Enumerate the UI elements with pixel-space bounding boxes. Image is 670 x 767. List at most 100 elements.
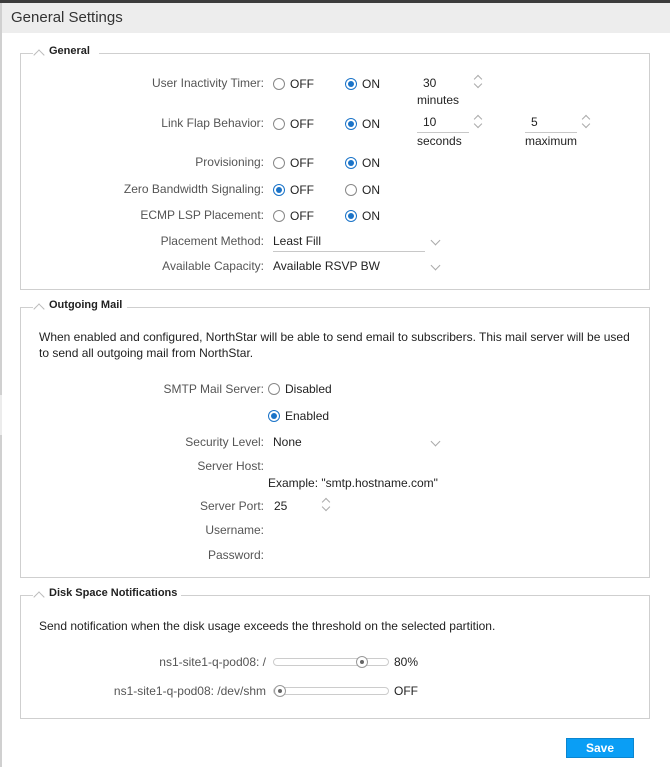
disk-space-description: Send notification when the disk usage ex… [39, 619, 496, 633]
slider-handle[interactable] [274, 685, 286, 697]
disk-space-legend[interactable]: Disk Space Notifications [33, 587, 182, 599]
zero-bandwidth-off-radio[interactable]: OFF [273, 183, 314, 197]
user-inactivity-off-radio[interactable]: OFF [273, 77, 314, 91]
provisioning-on-radio[interactable]: ON [345, 156, 380, 170]
save-button[interactable]: Save [566, 738, 634, 758]
provisioning-off-radio[interactable]: OFF [273, 156, 314, 170]
radio-icon [268, 410, 280, 422]
chevron-up-icon[interactable] [35, 591, 43, 599]
user-inactivity-timer-label: User Inactivity Timer: [151, 76, 264, 90]
radio-label: Enabled [285, 409, 330, 423]
radio-icon [345, 184, 357, 196]
link-flap-seconds-input[interactable]: 10 seconds [417, 115, 469, 149]
radio-label: ON [362, 117, 380, 131]
left-scroll-thumb[interactable] [0, 395, 2, 435]
password-input[interactable] [268, 547, 438, 563]
server-host-hint: Example: "smtp.hostname.com" [268, 476, 438, 490]
unit-label: minutes [417, 93, 460, 107]
ecmp-on-radio[interactable]: ON [345, 209, 380, 223]
radio-label: OFF [290, 156, 314, 170]
link-flap-maximum-input[interactable]: 5 maximum [525, 115, 577, 149]
chevron-up-icon[interactable] [35, 49, 43, 57]
radio-label: ON [362, 183, 380, 197]
radio-label: ON [362, 77, 380, 91]
inactivity-spinner-icon[interactable] [474, 74, 482, 90]
placement-method-select[interactable]: Least Fill [273, 234, 441, 252]
partition-label: ns1-site1-q-pod08: / [159, 655, 266, 669]
section-title: General [49, 45, 90, 57]
radio-label: OFF [290, 183, 314, 197]
partition-threshold-slider[interactable] [273, 685, 389, 697]
partition-threshold-value: OFF [394, 684, 418, 698]
placement-method-label: Placement Method: [160, 234, 264, 248]
seconds-spinner-icon[interactable] [474, 114, 482, 130]
available-capacity-label: Available Capacity: [162, 259, 264, 273]
section-title: Disk Space Notifications [49, 587, 178, 599]
radio-icon [273, 184, 285, 196]
smtp-mail-server-label: SMTP Mail Server: [163, 382, 264, 396]
chevron-down-icon [430, 260, 441, 271]
radio-icon [345, 78, 357, 90]
page-header: General Settings [2, 3, 670, 33]
chevron-up-icon[interactable] [35, 303, 43, 311]
general-legend[interactable]: General [33, 45, 94, 57]
radio-icon [345, 157, 357, 169]
chevron-down-icon [430, 436, 441, 447]
smtp-enabled-radio[interactable]: Enabled [268, 409, 329, 423]
security-level-select[interactable]: None [273, 435, 441, 453]
zero-bandwidth-signaling-label: Zero Bandwidth Signaling: [123, 182, 264, 196]
radio-label: Disabled [285, 382, 332, 396]
page-title: General Settings [11, 9, 123, 26]
chevron-down-icon [430, 235, 441, 246]
radio-label: OFF [290, 117, 314, 131]
server-port-input[interactable]: 25 [268, 499, 318, 515]
radio-icon [273, 78, 285, 90]
ecmp-off-radio[interactable]: OFF [273, 209, 314, 223]
radio-icon [273, 210, 285, 222]
inactivity-minutes-input[interactable]: 30 minutes [417, 76, 469, 108]
unit-label: seconds [417, 134, 462, 148]
partition-label: ns1-site1-q-pod08: /dev/shm [113, 684, 266, 698]
partition-threshold-value: 80% [394, 655, 419, 669]
ecmp-lsp-placement-label: ECMP LSP Placement: [140, 208, 264, 222]
server-host-input[interactable] [268, 458, 438, 474]
partition-threshold-slider[interactable] [273, 656, 389, 668]
input-value: 25 [274, 499, 288, 513]
input-value: 10 [423, 115, 437, 129]
left-scroll-strip [0, 3, 2, 767]
select-value: Least Fill [273, 234, 322, 248]
radio-label: OFF [290, 209, 314, 223]
radio-label: ON [362, 209, 380, 223]
slider-handle[interactable] [355, 656, 368, 668]
link-flap-on-radio[interactable]: ON [345, 117, 380, 131]
radio-label: ON [362, 156, 380, 170]
radio-icon [345, 210, 357, 222]
select-value: Available RSVP BW [273, 259, 380, 273]
select-value: None [273, 435, 302, 449]
maximum-spinner-icon[interactable] [582, 114, 590, 130]
provisioning-label: Provisioning: [195, 155, 264, 169]
link-flap-off-radio[interactable]: OFF [273, 117, 314, 131]
radio-icon [345, 118, 357, 130]
user-inactivity-on-radio[interactable]: ON [345, 77, 380, 91]
section-title: Outgoing Mail [49, 299, 123, 311]
server-host-label: Server Host: [197, 459, 264, 473]
radio-icon [268, 383, 280, 395]
zero-bandwidth-on-radio[interactable]: ON [345, 183, 380, 197]
radio-icon [273, 118, 285, 130]
radio-icon [273, 157, 285, 169]
input-value: 30 [423, 76, 437, 90]
outgoing-mail-description: When enabled and configured, NorthStar w… [39, 330, 630, 360]
username-input[interactable] [268, 522, 438, 538]
radio-label: OFF [290, 77, 314, 91]
outgoing-mail-legend[interactable]: Outgoing Mail [33, 299, 127, 311]
security-level-label: Security Level: [185, 435, 264, 449]
input-value: 5 [531, 115, 538, 129]
password-label: Password: [207, 548, 264, 562]
link-flap-behavior-label: Link Flap Behavior: [161, 116, 264, 130]
server-port-label: Server Port: [199, 499, 264, 513]
smtp-disabled-radio[interactable]: Disabled [268, 382, 332, 396]
server-port-spinner-icon[interactable] [322, 497, 330, 513]
unit-label: maximum [525, 134, 578, 148]
available-capacity-select[interactable]: Available RSVP BW [273, 259, 441, 277]
